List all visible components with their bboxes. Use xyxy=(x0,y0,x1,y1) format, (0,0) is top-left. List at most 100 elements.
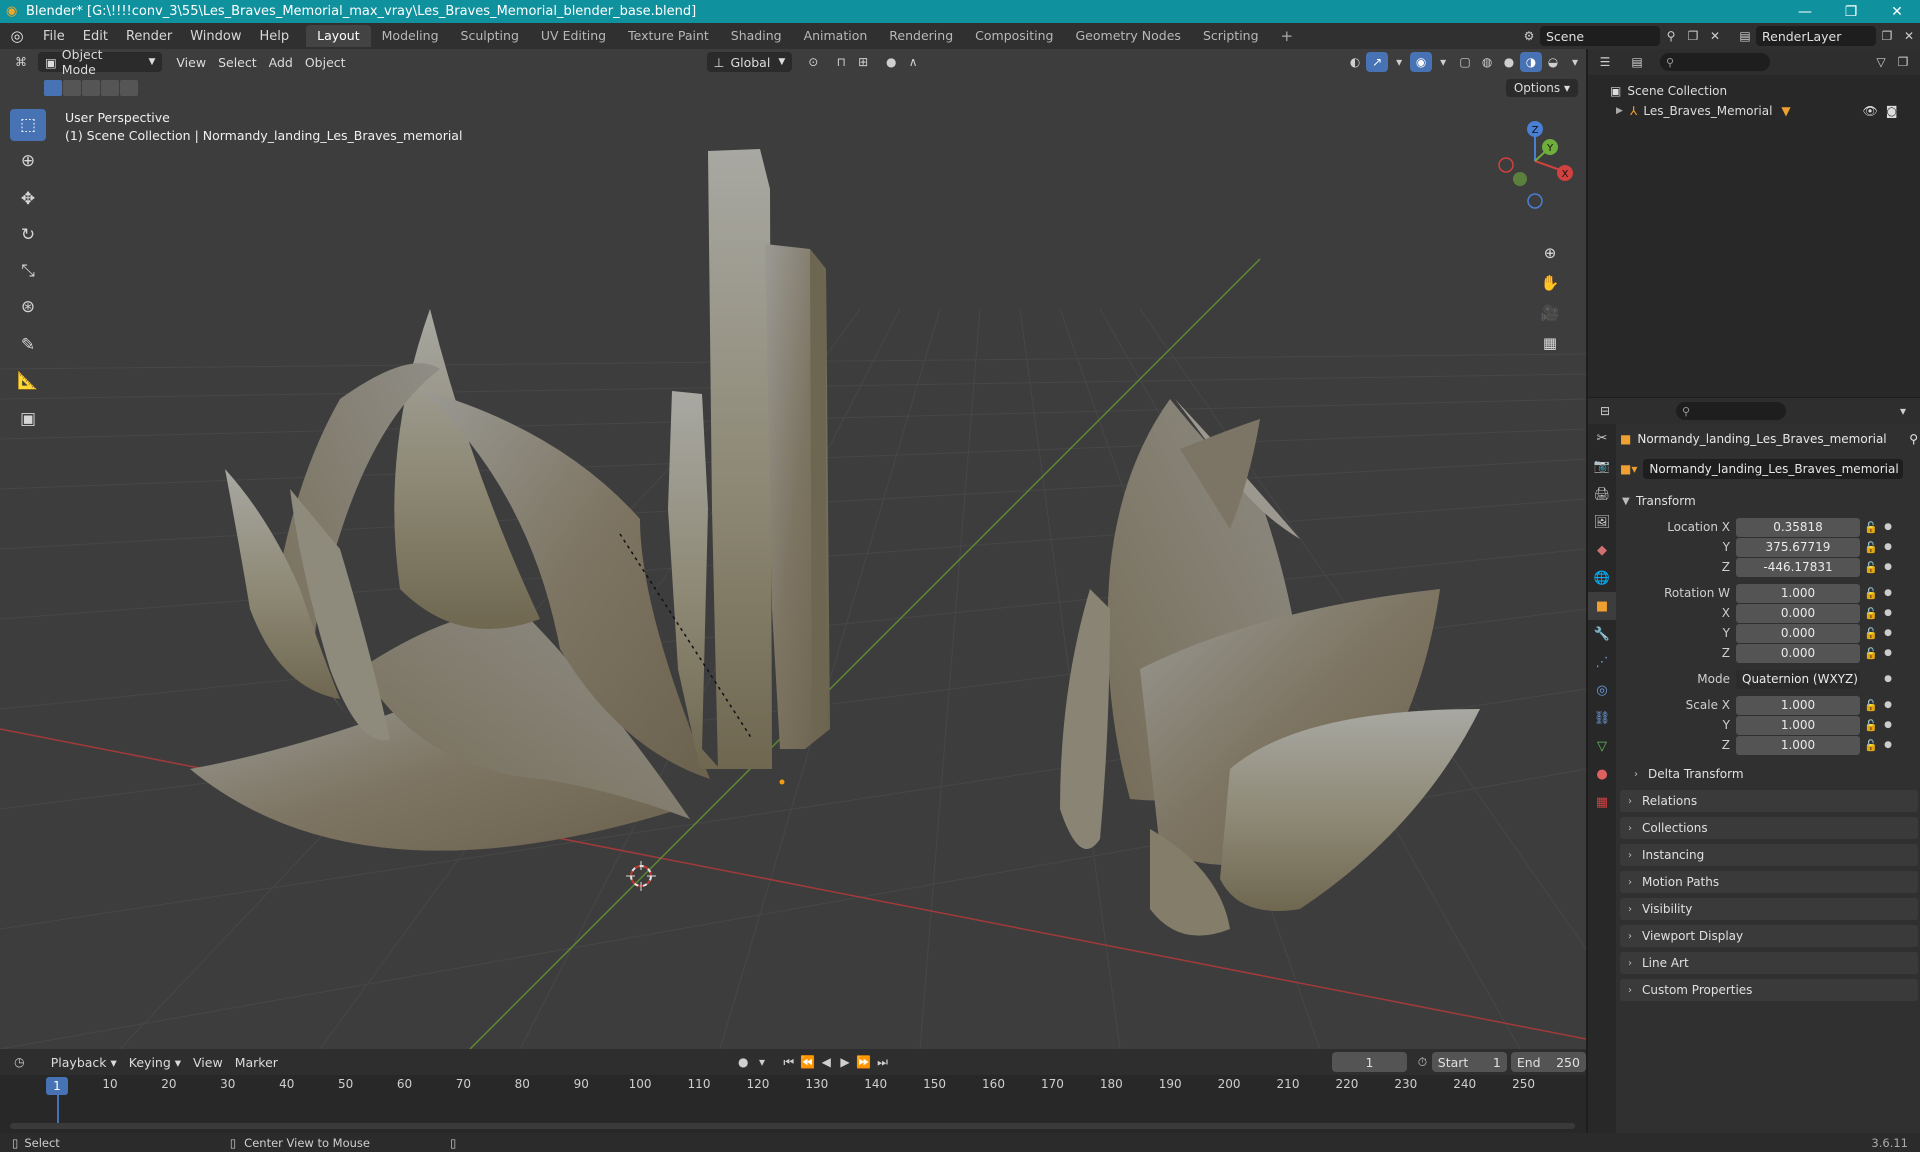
location-y-field[interactable]: 375.67719 xyxy=(1736,537,1860,557)
texture-tab-icon[interactable]: ▦ xyxy=(1588,788,1616,816)
tab-animation[interactable]: Animation xyxy=(793,25,879,47)
scene-selector[interactable]: Scene xyxy=(1540,26,1660,46)
pin-icon[interactable]: ⚲ xyxy=(1909,432,1918,446)
overlay-menu-icon[interactable]: ▾ xyxy=(1432,52,1454,72)
filter-icon[interactable]: ▽ xyxy=(1870,52,1892,72)
material-tab-icon[interactable]: ● xyxy=(1588,760,1616,788)
menu-file[interactable]: File xyxy=(34,29,74,44)
annotate-tool-icon[interactable]: ✎ xyxy=(10,329,46,361)
lock-icon[interactable]: 🔓 xyxy=(1860,561,1882,574)
pivot-point-icon[interactable]: ⊙ xyxy=(802,52,824,72)
playhead-line[interactable] xyxy=(57,1095,59,1125)
menu-edit[interactable]: Edit xyxy=(74,29,117,44)
snap-target-icon[interactable]: ⊞ xyxy=(852,52,874,72)
timeline-editor-icon[interactable]: ◷ xyxy=(10,1052,29,1072)
current-frame-indicator[interactable]: 1 xyxy=(46,1077,68,1095)
properties-search-input[interactable]: ⚲ xyxy=(1676,402,1786,420)
menu-marker[interactable]: Marker xyxy=(229,1052,284,1072)
record-icon[interactable]: ● xyxy=(734,1052,753,1072)
rotation-w-field[interactable]: 1.000 xyxy=(1736,583,1860,603)
tab-geometry-nodes[interactable]: Geometry Nodes xyxy=(1065,25,1192,47)
delete-view-layer-icon[interactable]: ✕ xyxy=(1898,26,1920,46)
menu-view[interactable]: View xyxy=(170,52,212,72)
tab-texture-paint[interactable]: Texture Paint xyxy=(617,25,720,47)
lock-icon[interactable]: 🔓 xyxy=(1860,541,1882,554)
keyframe-dot-icon[interactable]: ● xyxy=(1882,628,1894,638)
delta-transform-header[interactable]: › Delta Transform xyxy=(1620,763,1918,785)
next-keyframe-icon[interactable]: ⏩ xyxy=(854,1052,873,1072)
rotation-z-field[interactable]: 0.000 xyxy=(1736,643,1860,663)
keyframe-dot-icon[interactable]: ● xyxy=(1882,588,1894,598)
modifier-tab-icon[interactable]: 🔧 xyxy=(1588,620,1616,648)
tab-scripting[interactable]: Scripting xyxy=(1192,25,1270,47)
tab-modeling[interactable]: Modeling xyxy=(371,25,450,47)
zoom-icon[interactable]: ⊕ xyxy=(1536,239,1564,267)
menu-timeline-view[interactable]: View xyxy=(187,1052,229,1072)
shading-menu-icon[interactable]: ▾ xyxy=(1564,52,1586,72)
new-view-layer-icon[interactable]: ❐ xyxy=(1876,26,1898,46)
tab-rendering[interactable]: Rendering xyxy=(878,25,964,47)
select-difference-icon[interactable] xyxy=(101,80,119,96)
outliner-editor-icon[interactable]: ☰ xyxy=(1594,52,1616,72)
keyframe-dot-icon[interactable]: ● xyxy=(1882,720,1894,730)
object-name-field[interactable]: Normandy_landing_Les_Braves_memorial xyxy=(1643,459,1904,479)
3d-viewport[interactable]: ⌘ ▣ Object Mode ▼ View Select Add Object… xyxy=(0,49,1586,1049)
menu-select[interactable]: Select xyxy=(212,52,263,72)
scale-tool-icon[interactable]: ⤡ xyxy=(10,255,46,287)
select-subtract-icon[interactable] xyxy=(82,80,100,96)
start-frame-field[interactable]: Start 1 xyxy=(1431,1052,1507,1072)
keyframe-dot-icon[interactable]: ● xyxy=(1882,542,1894,552)
visibility-section[interactable]: › Visibility xyxy=(1620,898,1918,920)
lock-icon[interactable]: 🔓 xyxy=(1860,739,1882,752)
line-art-section[interactable]: › Line Art xyxy=(1620,952,1918,974)
camera-view-icon[interactable]: 🎥 xyxy=(1536,299,1564,327)
select-new-icon[interactable] xyxy=(44,80,62,96)
constraints-tab-icon[interactable]: ⛓ xyxy=(1588,704,1616,732)
transform-section-header[interactable]: ▼ Transform xyxy=(1620,490,1918,512)
menu-keying[interactable]: Keying ▾ xyxy=(123,1052,187,1072)
tab-layout[interactable]: Layout xyxy=(306,25,371,47)
play-reverse-icon[interactable]: ◀ xyxy=(817,1052,836,1072)
collections-section[interactable]: › Collections xyxy=(1620,817,1918,839)
tab-sculpting[interactable]: Sculpting xyxy=(450,25,530,47)
lock-icon[interactable]: 🔓 xyxy=(1860,699,1882,712)
delete-scene-icon[interactable]: ✕ xyxy=(1704,26,1726,46)
add-cube-tool-icon[interactable]: ▣ xyxy=(10,403,46,435)
xray-icon[interactable]: ▢ xyxy=(1454,52,1476,72)
view-layer-selector[interactable]: RenderLayer xyxy=(1756,26,1876,46)
stopwatch-icon[interactable]: ⏱ xyxy=(1413,1052,1432,1072)
location-z-field[interactable]: -446.17831 xyxy=(1736,557,1860,577)
axis-gizmo[interactable]: Z X Y xyxy=(1490,109,1580,219)
world-tab-icon[interactable]: 🌐 xyxy=(1588,564,1616,592)
chevron-down-icon[interactable]: ▾ xyxy=(1892,401,1914,421)
end-frame-field[interactable]: End 250 xyxy=(1510,1052,1586,1072)
keyframe-dot-icon[interactable]: ● xyxy=(1882,740,1894,750)
falloff-icon[interactable]: ∧ xyxy=(902,52,924,72)
properties-editor-icon[interactable]: ⊟ xyxy=(1594,401,1616,421)
location-x-field[interactable]: 0.35818 xyxy=(1736,517,1860,537)
expand-chevron-icon[interactable]: ▶ xyxy=(1616,106,1630,116)
menu-help[interactable]: Help xyxy=(251,29,299,44)
object-data-icon[interactable]: ■▾ xyxy=(1620,462,1637,476)
proportional-editing-icon[interactable]: ● xyxy=(880,52,902,72)
select-intersect-icon[interactable] xyxy=(120,80,138,96)
jump-start-icon[interactable]: ⏮ xyxy=(779,1052,798,1072)
output-tab-icon[interactable]: 🖨 xyxy=(1588,480,1616,508)
select-extend-icon[interactable] xyxy=(63,80,81,96)
outliner-search-input[interactable]: ⚲ xyxy=(1660,53,1770,71)
blender-menu-icon[interactable]: ◎ xyxy=(0,27,34,45)
instancing-section[interactable]: › Instancing xyxy=(1620,844,1918,866)
measure-tool-icon[interactable]: 📐 xyxy=(10,365,46,397)
lock-icon[interactable]: 🔓 xyxy=(1860,587,1882,600)
snap-icon[interactable]: ⊓ xyxy=(830,52,852,72)
tool-tab-icon[interactable]: ✂ xyxy=(1588,424,1616,452)
minimize-button[interactable]: — xyxy=(1782,0,1828,23)
rotation-x-field[interactable]: 0.000 xyxy=(1736,603,1860,623)
lock-icon[interactable]: 🔓 xyxy=(1860,719,1882,732)
menu-render[interactable]: Render xyxy=(117,29,181,44)
timeline-scrollbar[interactable] xyxy=(10,1123,1575,1129)
menu-object[interactable]: Object xyxy=(299,52,352,72)
lock-icon[interactable]: 🔓 xyxy=(1860,607,1882,620)
move-tool-icon[interactable]: ✥ xyxy=(10,183,46,215)
keyframe-dot-icon[interactable]: ● xyxy=(1882,648,1894,658)
